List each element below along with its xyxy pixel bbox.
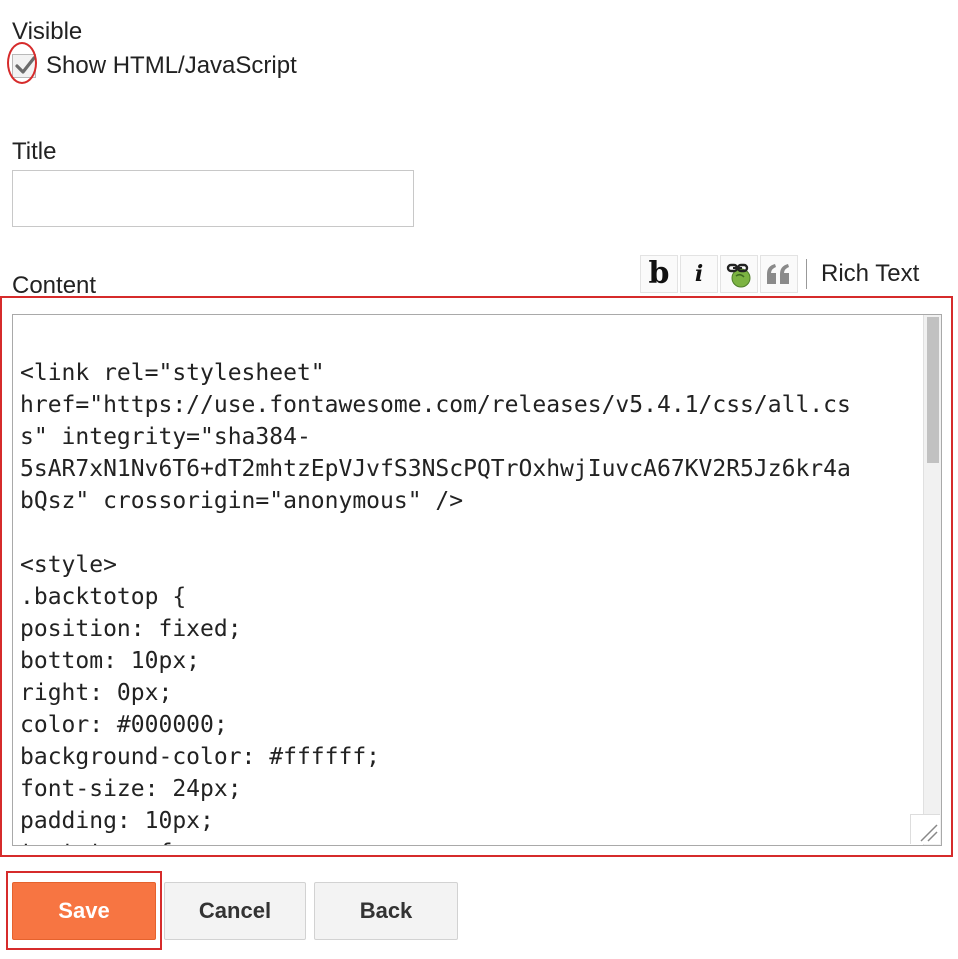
italic-icon: i <box>694 261 704 287</box>
save-button[interactable]: Save <box>12 882 156 940</box>
content-code[interactable]: <link rel="stylesheet" href="https://use… <box>20 325 910 845</box>
italic-button[interactable]: i <box>680 255 718 293</box>
editor-toolbar: b i Rich Text <box>640 254 919 294</box>
resize-handle[interactable] <box>910 814 940 844</box>
bold-button[interactable]: b <box>640 255 678 293</box>
link-icon <box>726 263 751 288</box>
quote-button[interactable] <box>760 255 798 293</box>
bold-icon: b <box>648 256 670 291</box>
rich-text-link[interactable]: Rich Text <box>821 260 919 288</box>
checkbox-highlight-annotation <box>7 42 37 84</box>
title-label: Title <box>12 138 57 165</box>
show-html-checkbox-label[interactable]: Show HTML/JavaScript <box>46 52 297 80</box>
textarea-scrollbar[interactable] <box>923 315 941 845</box>
back-button[interactable]: Back <box>314 882 458 940</box>
resize-grip-icon <box>920 824 938 842</box>
show-html-checkbox-row[interactable]: Show HTML/JavaScript <box>12 52 297 80</box>
scrollbar-thumb[interactable] <box>927 317 939 463</box>
quote-icon <box>767 264 789 284</box>
title-input[interactable] <box>12 170 414 227</box>
link-button[interactable] <box>720 255 758 293</box>
cancel-button[interactable]: Cancel <box>164 882 306 940</box>
content-textarea[interactable]: <link rel="stylesheet" href="https://use… <box>12 314 942 846</box>
toolbar-separator <box>806 259 807 289</box>
